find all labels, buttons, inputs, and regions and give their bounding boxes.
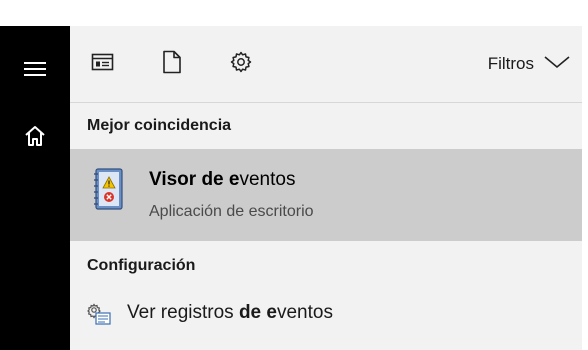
chevron-down-icon [544, 55, 570, 74]
home-icon [24, 125, 46, 152]
settings-filter-button[interactable] [229, 50, 253, 79]
documents-filter-button[interactable] [160, 50, 184, 79]
home-button[interactable] [0, 113, 70, 163]
menu-button[interactable] [0, 46, 70, 96]
window-top-margin [0, 0, 588, 26]
setting-item-label: Ver registros de eventos [127, 302, 333, 323]
hamburger-icon [24, 61, 46, 82]
best-match-subtitle: Aplicación de escritorio [149, 203, 314, 220]
settings-log-icon [86, 302, 112, 331]
setting-item-ver-registros[interactable]: Ver registros de eventos [70, 292, 582, 336]
toolbar: Filtros [70, 26, 582, 103]
search-results-panel: Filtros Mejor coincidencia Visor de even… [70, 26, 582, 350]
best-match-result[interactable]: Visor de eventos Aplicación de escritori… [70, 149, 582, 241]
settings-icon [229, 50, 253, 79]
filters-dropdown[interactable]: Filtros [488, 52, 570, 76]
apps-filter-button[interactable] [91, 52, 115, 76]
best-match-header: Mejor coincidencia [87, 117, 232, 134]
filters-label: Filtros [487, 54, 534, 73]
apps-icon [91, 52, 115, 77]
document-icon [162, 50, 182, 79]
event-viewer-icon [90, 167, 126, 218]
settings-header: Configuración [87, 257, 196, 274]
window-right-margin [582, 26, 588, 350]
sidebar [0, 26, 70, 350]
best-match-title: Visor de eventos [149, 169, 296, 190]
